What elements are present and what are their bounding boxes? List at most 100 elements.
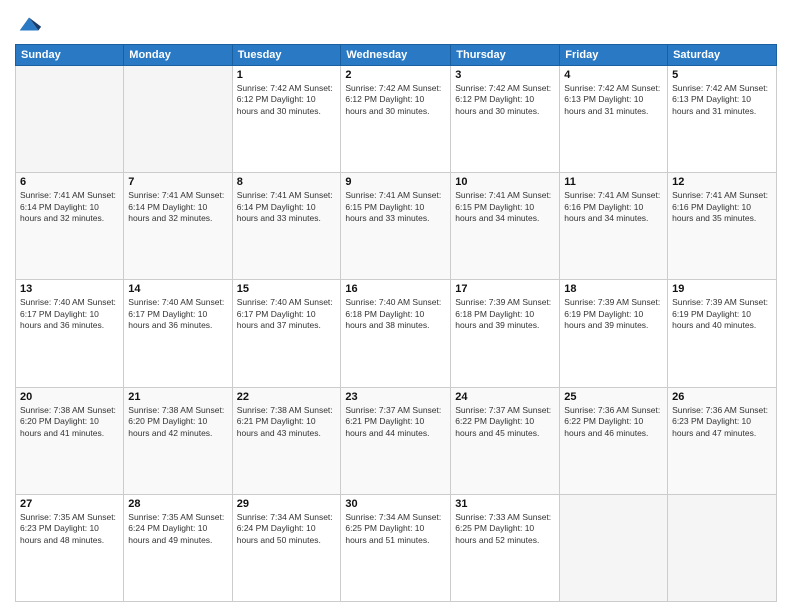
calendar-cell: 22 Sunrise: 7:38 AM Sunset: 6:21 PM Dayli… [232,387,341,494]
calendar-cell: 2 Sunrise: 7:42 AM Sunset: 6:12 PM Daylig… [341,66,451,173]
day-number: 15 [237,283,337,295]
calendar-cell: 13 Sunrise: 7:40 AM Sunset: 6:17 PM Dayli… [16,280,124,387]
day-number: 27 [20,498,119,510]
calendar-week-3: 13 Sunrise: 7:40 AM Sunset: 6:17 PM Dayli… [16,280,777,387]
calendar-cell: 20 Sunrise: 7:38 AM Sunset: 6:20 PM Dayli… [16,387,124,494]
day-number: 10 [455,176,555,188]
day-number: 5 [672,69,772,81]
day-number: 30 [345,498,446,510]
calendar-header-monday: Monday [124,45,232,66]
calendar-cell [668,494,777,601]
day-number: 24 [455,391,555,403]
day-number: 22 [237,391,337,403]
cell-info: Sunrise: 7:40 AM Sunset: 6:17 PM Dayligh… [128,297,227,331]
cell-info: Sunrise: 7:38 AM Sunset: 6:21 PM Dayligh… [237,405,337,439]
cell-info: Sunrise: 7:35 AM Sunset: 6:23 PM Dayligh… [20,512,119,546]
cell-info: Sunrise: 7:41 AM Sunset: 6:14 PM Dayligh… [20,190,119,224]
day-number: 19 [672,283,772,295]
cell-info: Sunrise: 7:41 AM Sunset: 6:16 PM Dayligh… [564,190,663,224]
cell-info: Sunrise: 7:41 AM Sunset: 6:15 PM Dayligh… [455,190,555,224]
calendar-cell: 30 Sunrise: 7:34 AM Sunset: 6:25 PM Dayli… [341,494,451,601]
day-number: 20 [20,391,119,403]
cell-info: Sunrise: 7:33 AM Sunset: 6:25 PM Dayligh… [455,512,555,546]
day-number: 8 [237,176,337,188]
logo-icon [15,10,43,38]
cell-info: Sunrise: 7:35 AM Sunset: 6:24 PM Dayligh… [128,512,227,546]
calendar-cell: 1Sunrise: 7:42 AM Sunset: 6:12 PM Daylig… [232,66,341,173]
day-number: 17 [455,283,555,295]
calendar-cell: 9 Sunrise: 7:41 AM Sunset: 6:15 PM Daylig… [341,173,451,280]
calendar-cell: 7 Sunrise: 7:41 AM Sunset: 6:14 PM Daylig… [124,173,232,280]
day-number: 18 [564,283,663,295]
cell-info: Sunrise: 7:41 AM Sunset: 6:14 PM Dayligh… [237,190,337,224]
calendar-header-row: SundayMondayTuesdayWednesdayThursdayFrid… [16,45,777,66]
calendar-week-5: 27 Sunrise: 7:35 AM Sunset: 6:23 PM Dayli… [16,494,777,601]
calendar-cell: 27 Sunrise: 7:35 AM Sunset: 6:23 PM Dayli… [16,494,124,601]
cell-info: Sunrise: 7:40 AM Sunset: 6:17 PM Dayligh… [237,297,337,331]
calendar-cell: 11 Sunrise: 7:41 AM Sunset: 6:16 PM Dayli… [560,173,668,280]
cell-info: Sunrise: 7:34 AM Sunset: 6:25 PM Dayligh… [345,512,446,546]
calendar-cell: 6 Sunrise: 7:41 AM Sunset: 6:14 PM Daylig… [16,173,124,280]
calendar-header-friday: Friday [560,45,668,66]
day-number: 25 [564,391,663,403]
cell-info: Sunrise: 7:41 AM Sunset: 6:14 PM Dayligh… [128,190,227,224]
calendar-cell: 5Sunrise: 7:42 AM Sunset: 6:13 PM Daylig… [668,66,777,173]
calendar-week-2: 6 Sunrise: 7:41 AM Sunset: 6:14 PM Daylig… [16,173,777,280]
cell-info: Sunrise: 7:36 AM Sunset: 6:23 PM Dayligh… [672,405,772,439]
calendar-cell: 4Sunrise: 7:42 AM Sunset: 6:13 PM Daylig… [560,66,668,173]
day-number: 16 [345,283,446,295]
calendar-cell [560,494,668,601]
calendar-header-saturday: Saturday [668,45,777,66]
calendar-cell: 26 Sunrise: 7:36 AM Sunset: 6:23 PM Dayli… [668,387,777,494]
cell-info: Sunrise: 7:39 AM Sunset: 6:18 PM Dayligh… [455,297,555,331]
calendar-cell: 21Sunrise: 7:38 AM Sunset: 6:20 PM Dayli… [124,387,232,494]
day-number: 26 [672,391,772,403]
calendar-week-4: 20 Sunrise: 7:38 AM Sunset: 6:20 PM Dayli… [16,387,777,494]
calendar-cell [16,66,124,173]
cell-info: Sunrise: 7:41 AM Sunset: 6:15 PM Dayligh… [345,190,446,224]
calendar-cell: 28 Sunrise: 7:35 AM Sunset: 6:24 PM Dayli… [124,494,232,601]
calendar: SundayMondayTuesdayWednesdayThursdayFrid… [15,44,777,602]
day-number: 11 [564,176,663,188]
day-number: 28 [128,498,227,510]
calendar-cell [124,66,232,173]
day-number: 12 [672,176,772,188]
calendar-cell: 19 Sunrise: 7:39 AM Sunset: 6:19 PM Dayli… [668,280,777,387]
cell-info: Sunrise: 7:42 AM Sunset: 6:12 PM Dayligh… [345,83,446,117]
cell-info: Sunrise: 7:38 AM Sunset: 6:20 PM Dayligh… [20,405,119,439]
day-number: 13 [20,283,119,295]
day-number: 7 [128,176,227,188]
cell-info: Sunrise: 7:38 AM Sunset: 6:20 PM Dayligh… [128,405,227,439]
calendar-cell: 23 Sunrise: 7:37 AM Sunset: 6:21 PM Dayli… [341,387,451,494]
calendar-header-sunday: Sunday [16,45,124,66]
calendar-cell: 29 Sunrise: 7:34 AM Sunset: 6:24 PM Dayli… [232,494,341,601]
day-number: 9 [345,176,446,188]
cell-info: Sunrise: 7:42 AM Sunset: 6:12 PM Dayligh… [455,83,555,117]
calendar-cell: 25 Sunrise: 7:36 AM Sunset: 6:22 PM Dayli… [560,387,668,494]
calendar-cell: 24 Sunrise: 7:37 AM Sunset: 6:22 PM Dayli… [451,387,560,494]
cell-info: Sunrise: 7:39 AM Sunset: 6:19 PM Dayligh… [672,297,772,331]
day-number: 23 [345,391,446,403]
calendar-cell: 12 Sunrise: 7:41 AM Sunset: 6:16 PM Dayli… [668,173,777,280]
cell-info: Sunrise: 7:40 AM Sunset: 6:17 PM Dayligh… [20,297,119,331]
cell-info: Sunrise: 7:34 AM Sunset: 6:24 PM Dayligh… [237,512,337,546]
cell-info: Sunrise: 7:37 AM Sunset: 6:21 PM Dayligh… [345,405,446,439]
day-number: 2 [345,69,446,81]
day-number: 14 [128,283,227,295]
day-number: 29 [237,498,337,510]
calendar-cell: 10 Sunrise: 7:41 AM Sunset: 6:15 PM Dayli… [451,173,560,280]
logo [15,10,46,38]
cell-info: Sunrise: 7:37 AM Sunset: 6:22 PM Dayligh… [455,405,555,439]
cell-info: Sunrise: 7:39 AM Sunset: 6:19 PM Dayligh… [564,297,663,331]
cell-info: Sunrise: 7:41 AM Sunset: 6:16 PM Dayligh… [672,190,772,224]
calendar-cell: 17 Sunrise: 7:39 AM Sunset: 6:18 PM Dayli… [451,280,560,387]
calendar-header-thursday: Thursday [451,45,560,66]
calendar-header-wednesday: Wednesday [341,45,451,66]
calendar-cell: 15 Sunrise: 7:40 AM Sunset: 6:17 PM Dayli… [232,280,341,387]
calendar-cell: 14 Sunrise: 7:40 AM Sunset: 6:17 PM Dayli… [124,280,232,387]
cell-info: Sunrise: 7:36 AM Sunset: 6:22 PM Dayligh… [564,405,663,439]
calendar-cell: 3Sunrise: 7:42 AM Sunset: 6:12 PM Daylig… [451,66,560,173]
calendar-header-tuesday: Tuesday [232,45,341,66]
day-number: 6 [20,176,119,188]
header [15,10,777,38]
